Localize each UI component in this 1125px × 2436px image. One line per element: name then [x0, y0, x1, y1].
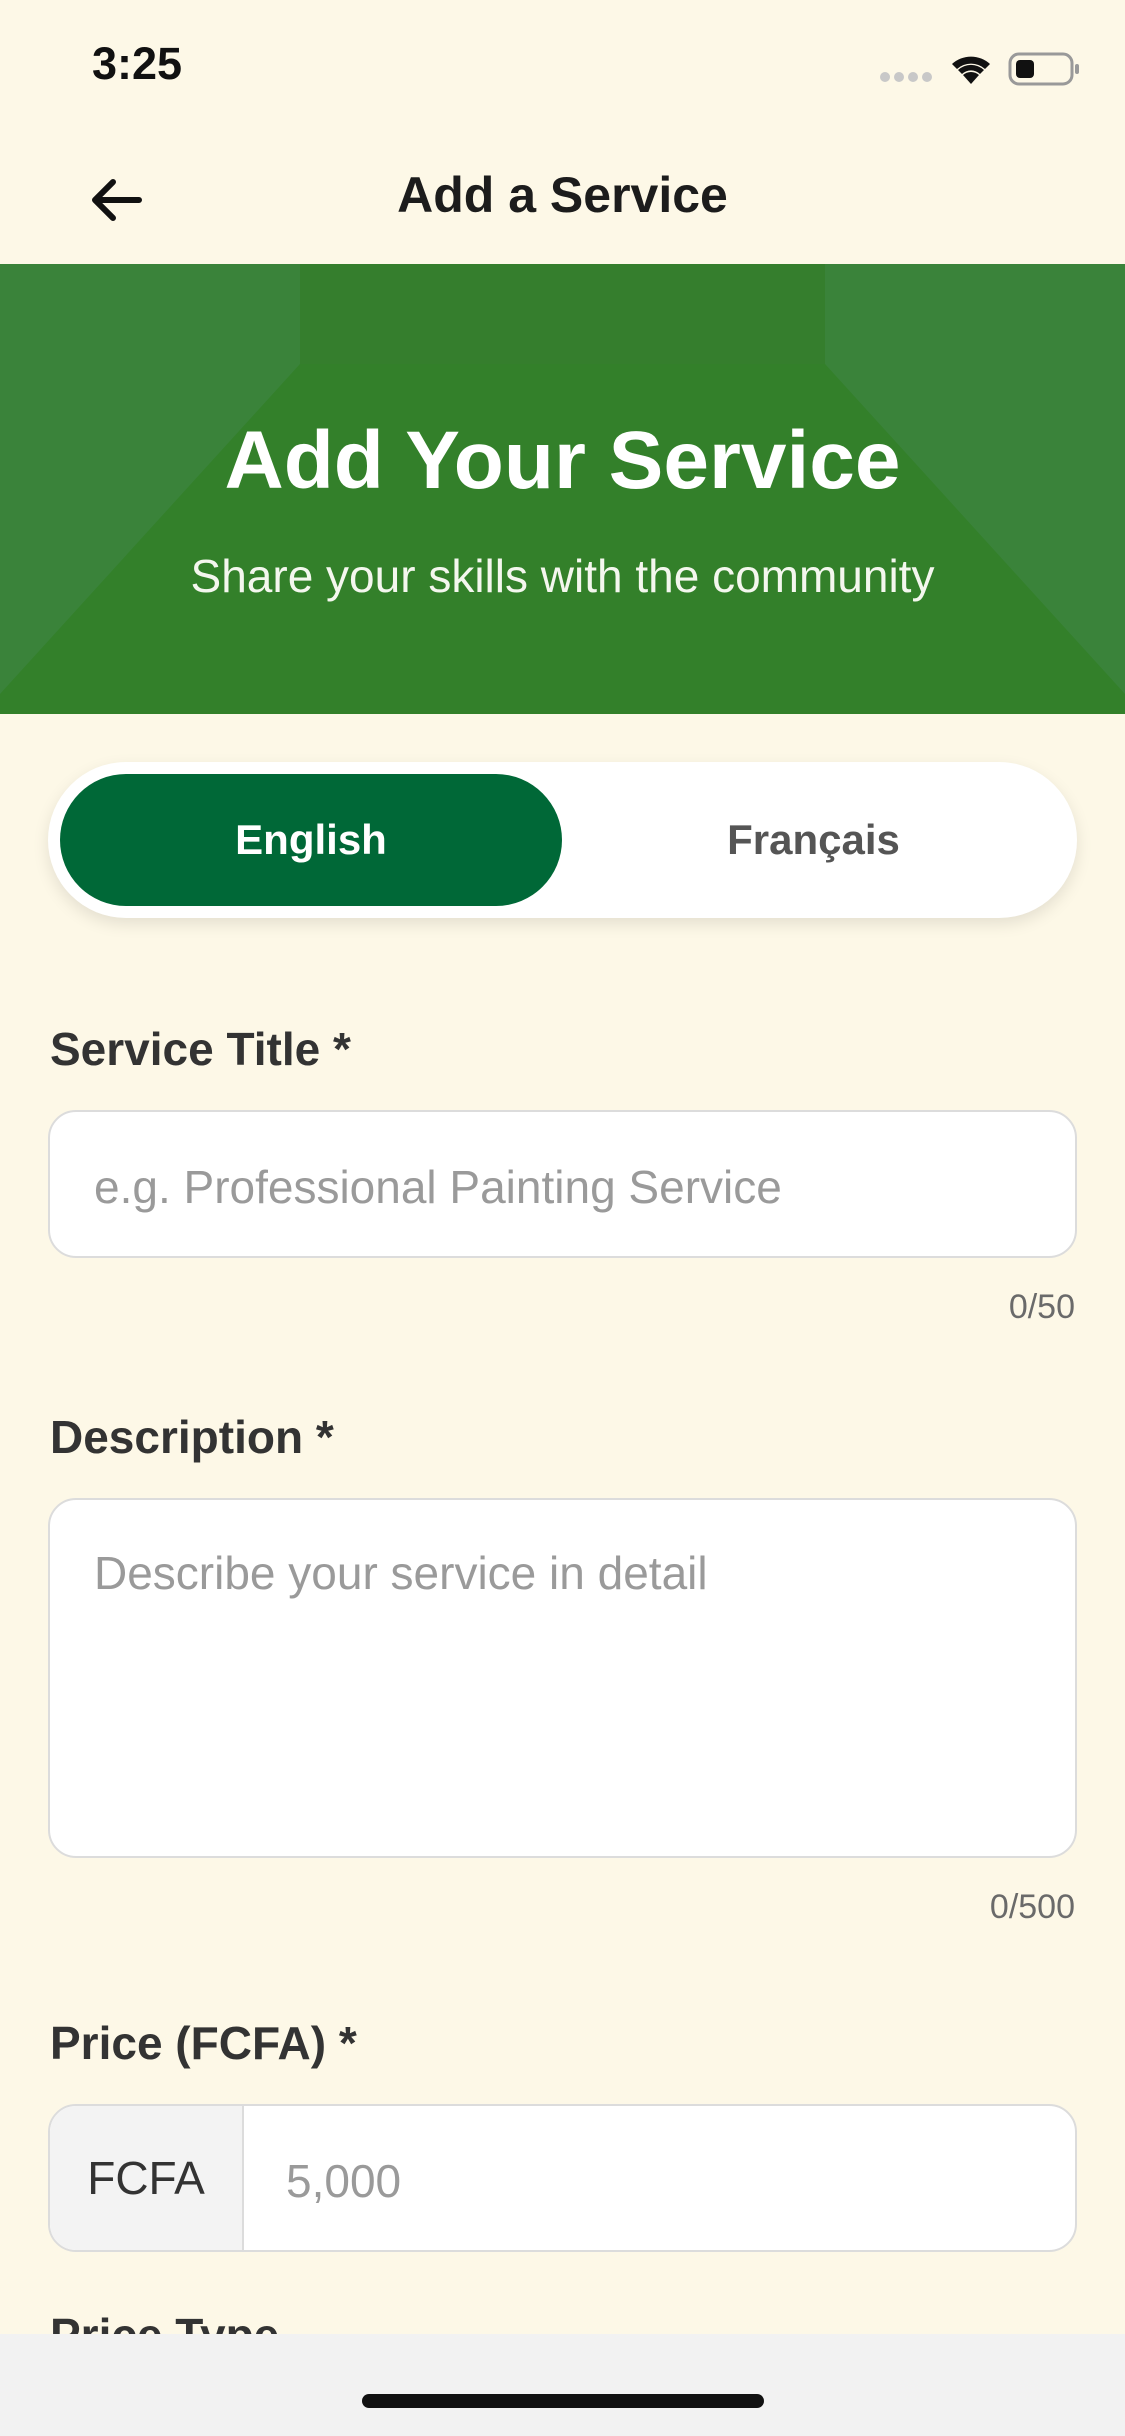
currency-prefix: FCFA	[50, 2106, 244, 2250]
description-placeholder: Describe your service in detail	[94, 1547, 708, 1599]
service-title-input[interactable]: e.g. Professional Painting Service	[48, 1110, 1077, 1258]
price-field[interactable]: FCFA 5,000	[48, 2104, 1077, 2252]
status-time: 3:25	[92, 38, 183, 89]
home-indicator-area	[0, 2334, 1125, 2436]
page-title: Add a Service	[397, 167, 728, 223]
battery-icon	[1008, 52, 1079, 86]
description-counter: 0/500	[989, 1888, 1075, 1926]
description-textarea[interactable]: Describe your service in detail	[48, 1498, 1077, 1858]
signal-icon	[880, 72, 934, 84]
language-option-english[interactable]: English	[60, 774, 562, 906]
hero-title: Add Your Service	[224, 415, 901, 506]
hero-banner: Add Your Service Share your skills with …	[0, 264, 1125, 714]
service-title-counter: 0/50	[1008, 1288, 1075, 1326]
price-label: Price (FCFA) *	[50, 2017, 357, 2069]
wifi-icon	[952, 56, 990, 84]
service-title-label: Service Title *	[50, 1023, 351, 1075]
description-label: Description *	[50, 1411, 334, 1463]
home-indicator[interactable]	[362, 2394, 764, 2408]
service-title-placeholder: e.g. Professional Painting Service	[94, 1161, 782, 1213]
language-option-french[interactable]: Français	[562, 774, 1065, 906]
language-toggle: English Français	[48, 762, 1077, 918]
status-bar: 3:25	[0, 0, 1125, 132]
hero-subtitle: Share your skills with the community	[190, 550, 935, 602]
price-placeholder: 5,000	[286, 2155, 402, 2207]
